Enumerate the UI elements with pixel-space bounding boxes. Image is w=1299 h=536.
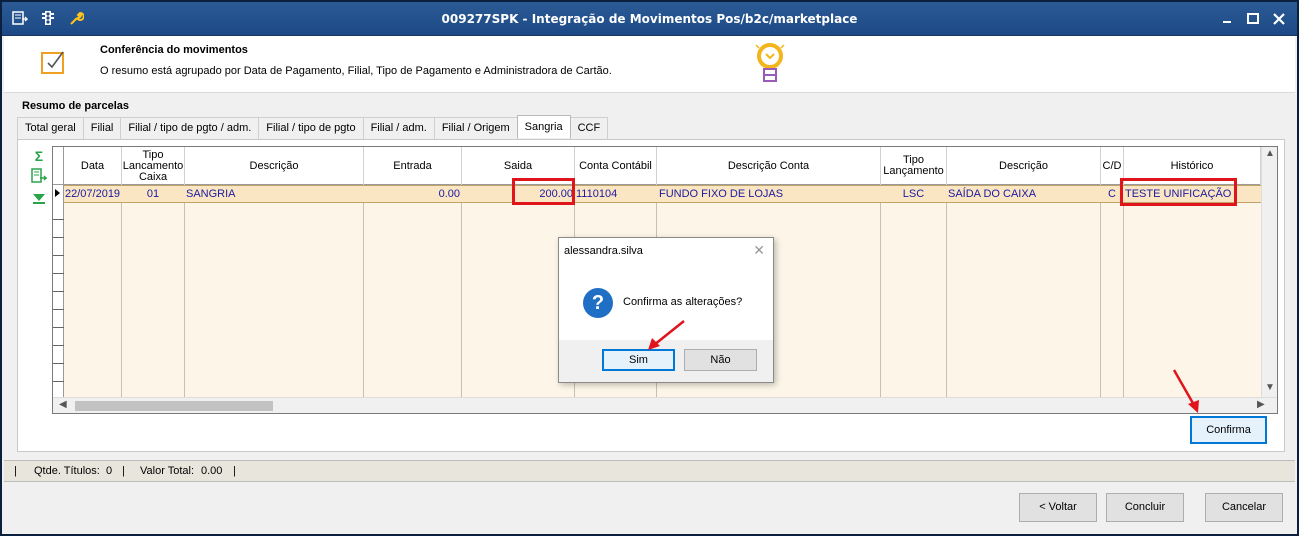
valor-total-label: Valor Total: <box>140 465 195 477</box>
confirma-button[interactable]: Confirma <box>1190 416 1267 444</box>
close-icon[interactable]: ✕ <box>753 242 765 259</box>
tab-filial-adm[interactable]: Filial / adm. <box>362 117 435 139</box>
minimize-icon[interactable] <box>1218 10 1236 28</box>
col-descricao-conta[interactable]: Descrição Conta <box>657 147 881 185</box>
checkbox-icon <box>39 48 67 76</box>
valor-total-value: 0.00 <box>201 465 223 477</box>
grid-header: Data Tipo Lancamento Caixa Descrição Ent… <box>53 147 1277 185</box>
cancel-button[interactable]: Cancelar <box>1205 493 1283 522</box>
table-row[interactable]: 22/07/2019 01 SANGRIA 0.00 200.00 111010… <box>53 185 1277 203</box>
cell-entrada[interactable]: 0.00 <box>364 186 460 202</box>
tab-sangria[interactable]: Sangria <box>516 115 571 138</box>
cell-descricao-2[interactable]: SAÍDA DO CAIXA <box>948 186 1100 202</box>
window-title: 009277SPK - Integração de Movimentos Pos… <box>441 12 858 26</box>
row-indicator-header <box>53 147 64 185</box>
filter-down-icon[interactable] <box>31 190 47 206</box>
wizard-header: Conferência do movimentos O resumo está … <box>4 36 1295 93</box>
col-data[interactable]: Data <box>64 147 122 185</box>
cell-conta-contabil[interactable]: 1110104 <box>576 186 656 202</box>
finish-button[interactable]: Concluir <box>1106 493 1184 522</box>
lightbulb-icon <box>752 39 788 89</box>
col-conta-contabil[interactable]: Conta Contábil <box>575 147 657 185</box>
tab-total-geral[interactable]: Total geral <box>17 117 84 139</box>
scroll-up-icon[interactable]: ▲ <box>1265 147 1275 161</box>
cell-tipo-lanc-caixa[interactable]: 01 <box>122 186 184 202</box>
horizontal-scroll-thumb[interactable] <box>75 401 273 411</box>
status-separator: | <box>122 465 125 477</box>
qtde-titulos-label: Qtde. Títulos: <box>34 465 100 477</box>
status-separator: | <box>14 465 17 477</box>
section-label: Resumo de parcelas <box>22 100 129 112</box>
historico-highlight-box <box>1120 178 1237 206</box>
col-tipo-lancamento-caixa[interactable]: Tipo Lancamento Caixa <box>122 147 185 185</box>
status-separator: | <box>233 465 236 477</box>
cell-descricao-conta[interactable]: FUNDO FIXO DE LOJAS <box>659 186 880 202</box>
row-indicator-column <box>53 185 64 397</box>
app-window: 009277SPK - Integração de Movimentos Pos… <box>0 0 1299 536</box>
cell-tipo-lancamento[interactable]: LSC <box>881 186 946 202</box>
qtde-titulos-value: 0 <box>106 465 113 477</box>
horizontal-scrollbar[interactable]: ◀ ▶ <box>53 397 1277 413</box>
header-title: Conferência do movimentos <box>100 44 248 56</box>
confirm-dialog: alessandra.silva ✕ ? Confirma as alteraç… <box>558 237 774 383</box>
tab-filial[interactable]: Filial <box>82 117 122 139</box>
close-icon[interactable] <box>1270 10 1288 28</box>
col-descricao[interactable]: Descrição <box>185 147 364 185</box>
col-descricao-2[interactable]: Descrição <box>947 147 1101 185</box>
col-entrada[interactable]: Entrada <box>364 147 462 185</box>
question-icon: ? <box>583 288 613 318</box>
maximize-icon[interactable] <box>1244 10 1262 28</box>
sum-icon[interactable]: Σ <box>31 148 47 164</box>
wizard-footer: < Voltar Concluir Cancelar <box>4 483 1295 534</box>
cell-data[interactable]: 22/07/2019 <box>65 186 121 202</box>
title-bar: 009277SPK - Integração de Movimentos Pos… <box>2 2 1297 36</box>
header-description: O resumo está agrupado por Data de Pagam… <box>100 65 612 77</box>
vertical-scrollbar[interactable]: ▲ ▼ <box>1261 147 1277 397</box>
tab-filial-origem[interactable]: Filial / Origem <box>433 117 518 139</box>
annotation-arrow-confirma <box>1172 369 1199 413</box>
no-button[interactable]: Não <box>684 349 757 371</box>
tab-filial-tipo-pgto-adm[interactable]: Filial / tipo de pgto / adm. <box>120 117 260 139</box>
current-row-arrow-icon <box>55 189 60 197</box>
scroll-down-icon[interactable]: ▼ <box>1265 381 1275 395</box>
col-tipo-lancamento[interactable]: Tipo Lançamento <box>881 147 947 185</box>
dialog-title: alessandra.silva <box>564 245 643 257</box>
annotation-arrow-yes <box>648 320 685 350</box>
scroll-left-icon[interactable]: ◀ <box>59 398 67 412</box>
export-list-icon[interactable] <box>31 168 48 184</box>
tab-bar: Total geral Filial Filial / tipo de pgto… <box>17 115 609 139</box>
tab-ccf[interactable]: CCF <box>569 117 609 139</box>
back-button[interactable]: < Voltar <box>1019 493 1097 522</box>
cell-descricao[interactable]: SANGRIA <box>186 186 362 202</box>
dialog-message: Confirma as alterações? <box>623 296 743 308</box>
saida-highlight-box <box>512 178 575 205</box>
status-bar: | Qtde. Títulos: 0 | Valor Total: 0.00 | <box>4 460 1295 482</box>
tab-filial-tipo-pgto[interactable]: Filial / tipo de pgto <box>258 117 364 139</box>
scroll-right-icon[interactable]: ▶ <box>1257 398 1265 412</box>
